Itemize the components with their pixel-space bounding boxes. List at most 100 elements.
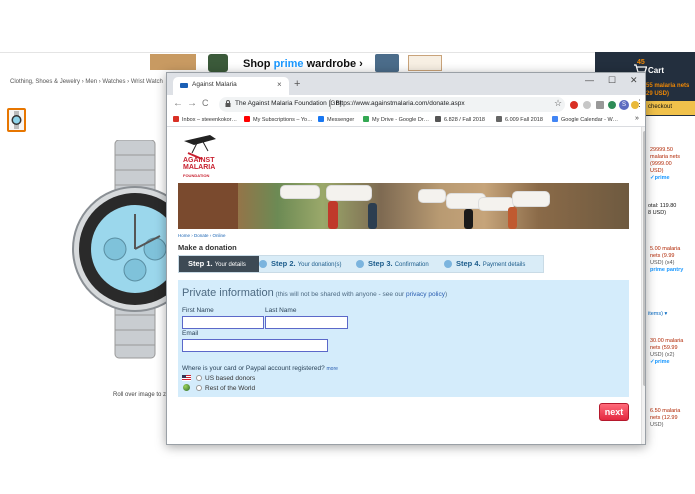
first-name-label: First Name <box>182 307 214 314</box>
cart-items-toggle[interactable]: items) ▾ <box>648 311 667 318</box>
tab-title: Against Malaria <box>192 81 237 88</box>
bookmark-messenger[interactable]: Messenger <box>318 116 354 123</box>
tab-strip: Against Malaria × + — ☐ ✕ <box>167 73 645 95</box>
bookmark-drive[interactable]: My Drive - Google Dr… <box>363 116 429 123</box>
gift-option[interactable]: ins a gift <box>646 122 668 128</box>
hero-bale <box>280 185 320 199</box>
cart-item[interactable]: 6.50 malaria nets (12.99 USD) <box>650 408 680 429</box>
youtube-icon <box>244 116 250 122</box>
cart-net-summary: 55 malaria nets 29 USD) <box>646 83 690 97</box>
last-name-label: Last Name <box>265 307 297 314</box>
hero-photo <box>178 183 629 229</box>
banner-box-image <box>150 54 196 70</box>
bookmarks-bar: Inbox – steeenkokor… My Subscriptions – … <box>167 114 645 127</box>
private-info-panel: Private information (this will not be sh… <box>178 280 629 397</box>
star-icon[interactable]: ☆ <box>554 98 562 109</box>
lock-icon <box>225 100 231 107</box>
step-arrow-icon <box>259 260 267 268</box>
cart-item[interactable]: 30.00 malaria nets (59.99 USD) (x2) ✓prime <box>650 338 683 366</box>
browser-toolbar: ← → C The Against Malaria Foundation [GB… <box>167 95 645 114</box>
step-3-tab: Step 3. Confirmation <box>368 259 429 268</box>
option-rest-of-world[interactable]: Rest of the World <box>182 384 255 392</box>
hero-person <box>328 201 338 229</box>
gmail-icon <box>173 116 179 122</box>
bookmark-6828[interactable]: 6.828 / Fall 2018 <box>435 116 485 123</box>
hero-person <box>508 207 517 229</box>
page-title: Make a donation <box>178 243 237 252</box>
extension-evernote-icon[interactable] <box>608 101 616 109</box>
bookmark-calendar[interactable]: Google Calendar - W… <box>552 116 618 123</box>
maximize-icon[interactable]: ☐ <box>608 75 616 86</box>
cart-subtotal: otal: 119.80 8 USD) <box>648 203 677 216</box>
more-link[interactable]: more <box>327 366 338 372</box>
email-label: Email <box>182 330 199 337</box>
facebook-icon <box>318 116 324 122</box>
hero-person <box>464 209 473 229</box>
extension-gray-icon[interactable] <box>583 101 591 109</box>
extension-opera-icon[interactable] <box>570 101 578 109</box>
rollover-hint: Roll over image to z <box>113 392 167 398</box>
calendar-icon <box>552 116 558 122</box>
radio-us[interactable] <box>196 375 202 381</box>
banner-text[interactable]: Shop prime wardrobe › <box>243 58 363 70</box>
bookmark-youtube[interactable]: My Subscriptions – Yo… <box>244 116 313 123</box>
scrollbar-thumb[interactable] <box>643 131 645 386</box>
privacy-policy-link[interactable]: privacy policy <box>406 291 445 298</box>
radio-rest[interactable] <box>196 385 202 391</box>
step-arrow-icon <box>444 260 452 268</box>
forward-icon[interactable]: → <box>187 98 197 109</box>
drive-icon <box>363 116 369 122</box>
url-divider <box>330 99 331 109</box>
private-info-heading: Private information (this will not be sh… <box>182 287 448 299</box>
product-thumbnail[interactable] <box>7 108 26 132</box>
bookmarks-overflow-icon[interactable]: » <box>635 115 639 122</box>
banner-jeans-image <box>375 54 399 72</box>
course-6828-icon <box>435 116 441 122</box>
hero-bale <box>512 191 550 207</box>
favicon-icon <box>180 83 188 88</box>
cart-label[interactable]: Cart <box>648 66 664 75</box>
cart-item[interactable]: 5.00 malaria nets (9.99 USD) (x4) prime pan… <box>650 246 683 274</box>
donation-steps: Step 1. Your details Step 2. Your donati… <box>178 255 544 273</box>
step-4-tab: Step 4. Payment details <box>456 259 526 268</box>
card-region-question: Where is your card or Paypal account reg… <box>182 365 338 372</box>
email-input[interactable] <box>182 339 328 352</box>
bookmark-6009[interactable]: 6.009 Fall 2018 <box>496 116 543 123</box>
page-viewport: AGAINST MALARIA FOUNDATION Home › Donate … <box>167 127 641 444</box>
reload-icon[interactable]: C <box>202 98 209 108</box>
us-flag-icon <box>182 375 191 381</box>
banner-bag-image <box>408 55 442 71</box>
hero-bale <box>418 189 446 203</box>
chrome-menu-icon[interactable]: ⋮ <box>635 98 644 109</box>
step-arrow-icon <box>356 260 364 268</box>
step-1-tab: Step 1. Your details <box>179 256 259 272</box>
close-window-icon[interactable]: ✕ <box>630 75 638 86</box>
address-bar[interactable]: The Against Malaria Foundation [GB] http… <box>219 97 565 112</box>
hero-bale <box>326 185 372 201</box>
amazon-breadcrumb[interactable]: Clothing, Shoes & Jewelry › Men › Watche… <box>10 79 163 85</box>
tab-against-malaria[interactable]: Against Malaria × <box>173 77 289 95</box>
extension-square-icon[interactable] <box>596 101 604 109</box>
last-name-input[interactable] <box>265 316 348 329</box>
next-button[interactable]: next <box>599 403 629 421</box>
new-tab-button[interactable]: + <box>294 79 300 90</box>
site-identity: The Against Malaria Foundation [GB] <box>235 100 342 107</box>
back-icon[interactable]: ← <box>173 98 183 109</box>
minimize-icon[interactable]: — <box>585 75 594 85</box>
page-scrollbar[interactable] <box>641 127 645 444</box>
tab-close-icon[interactable]: × <box>277 80 282 89</box>
profile-avatar[interactable]: S <box>619 100 629 110</box>
bookmark-inbox[interactable]: Inbox – steeenkokor… <box>173 116 237 123</box>
watch-product-image <box>72 140 180 359</box>
course-6009-icon <box>496 116 502 122</box>
banner-shoes-image <box>208 54 228 72</box>
checkout-button[interactable]: checkout <box>646 101 695 115</box>
first-name-input[interactable] <box>182 316 264 329</box>
logo-subtitle: FOUNDATION <box>183 173 210 178</box>
page-breadcrumb[interactable]: Home › Donate › Online <box>178 233 226 238</box>
option-us-donors[interactable]: US based donors <box>182 375 255 382</box>
globe-icon <box>183 384 190 391</box>
url-text[interactable]: https://www.againstmalaria.com/donate.as… <box>336 100 465 107</box>
cart-item[interactable]: 29999.50 malaria nets (9999.00 USD) ✓prime <box>650 147 680 182</box>
watch-thumb-icon <box>11 111 22 129</box>
